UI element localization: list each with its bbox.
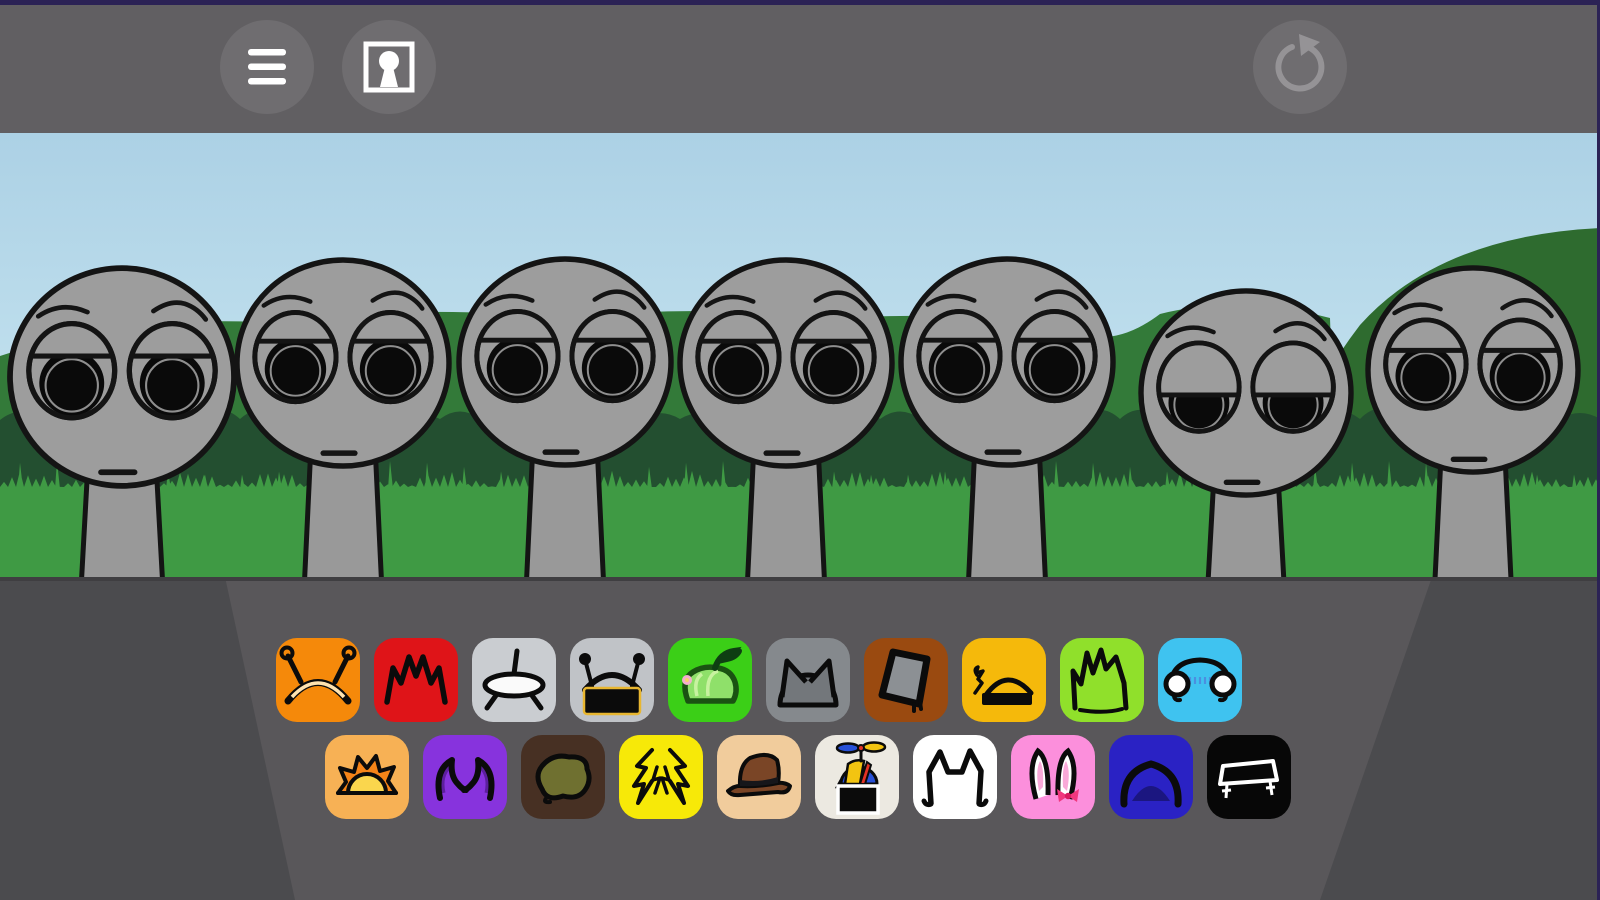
cloud-earmuffs-glyph [1158, 638, 1242, 722]
sound-icon-white-cat-ears[interactable] [913, 735, 997, 819]
sound-icon-cloud-earmuffs[interactable] [1158, 638, 1242, 722]
sound-row-1 [276, 638, 1242, 722]
sound-icon-blue-hood[interactable] [1109, 735, 1193, 819]
menu-button[interactable] [220, 20, 314, 114]
top-bar [0, 0, 1600, 133]
sound-icon-ufo-hat[interactable] [472, 638, 556, 722]
visor-bot-glyph [570, 638, 654, 722]
fedora-glyph [717, 735, 801, 819]
sound-icon-spiky-crown[interactable] [374, 638, 458, 722]
ufo-hat-glyph [472, 638, 556, 722]
devil-horns-glyph [423, 735, 507, 819]
sound-icon-leaf-spikes[interactable] [1060, 638, 1144, 722]
sound-icon-bench-outline[interactable] [1207, 735, 1291, 819]
reset-button[interactable] [1253, 20, 1347, 114]
sound-icon-propeller-cap[interactable] [815, 735, 899, 819]
sunburst-glyph [325, 735, 409, 819]
lightning-doodle-glyph [619, 735, 703, 819]
bench-outline-glyph [1207, 735, 1291, 819]
amber-visor-glyph [962, 638, 1046, 722]
hamburger-icon [220, 20, 314, 114]
sound-icon-moss-wig[interactable] [521, 735, 605, 819]
bunny-ears-glyph [1011, 735, 1095, 819]
sound-icon-bunny-ears[interactable] [1011, 735, 1095, 819]
moss-wig-glyph [521, 735, 605, 819]
sound-icon-gray-cat-ears[interactable] [766, 638, 850, 722]
blue-hood-glyph [1109, 735, 1193, 819]
sound-icon-fedora[interactable] [717, 735, 801, 819]
sound-row-2 [325, 735, 1291, 819]
white-cat-ears-glyph [913, 735, 997, 819]
portrait-keyhole-icon [342, 20, 436, 114]
green-pepper-glyph [668, 638, 752, 722]
character-select-button[interactable] [342, 20, 436, 114]
sound-icon-lightning-doodle[interactable] [619, 735, 703, 819]
circular-arrow-icon [1253, 20, 1347, 114]
bucket-hat-glyph [864, 638, 948, 722]
spiky-crown-glyph [374, 638, 458, 722]
antenna-band-glyph [276, 638, 360, 722]
game-screen [0, 0, 1600, 900]
sound-icon-amber-visor[interactable] [962, 638, 1046, 722]
leaf-spikes-glyph [1060, 638, 1144, 722]
propeller-cap-glyph [815, 735, 899, 819]
gray-cat-ears-glyph [766, 638, 850, 722]
sound-icon-antenna-band[interactable] [276, 638, 360, 722]
sound-icon-bucket-hat[interactable] [864, 638, 948, 722]
sound-icon-sunburst[interactable] [325, 735, 409, 819]
sound-icon-visor-bot[interactable] [570, 638, 654, 722]
top-edge-strip [0, 0, 1600, 5]
sound-icon-devil-horns[interactable] [423, 735, 507, 819]
sound-icon-green-pepper[interactable] [668, 638, 752, 722]
